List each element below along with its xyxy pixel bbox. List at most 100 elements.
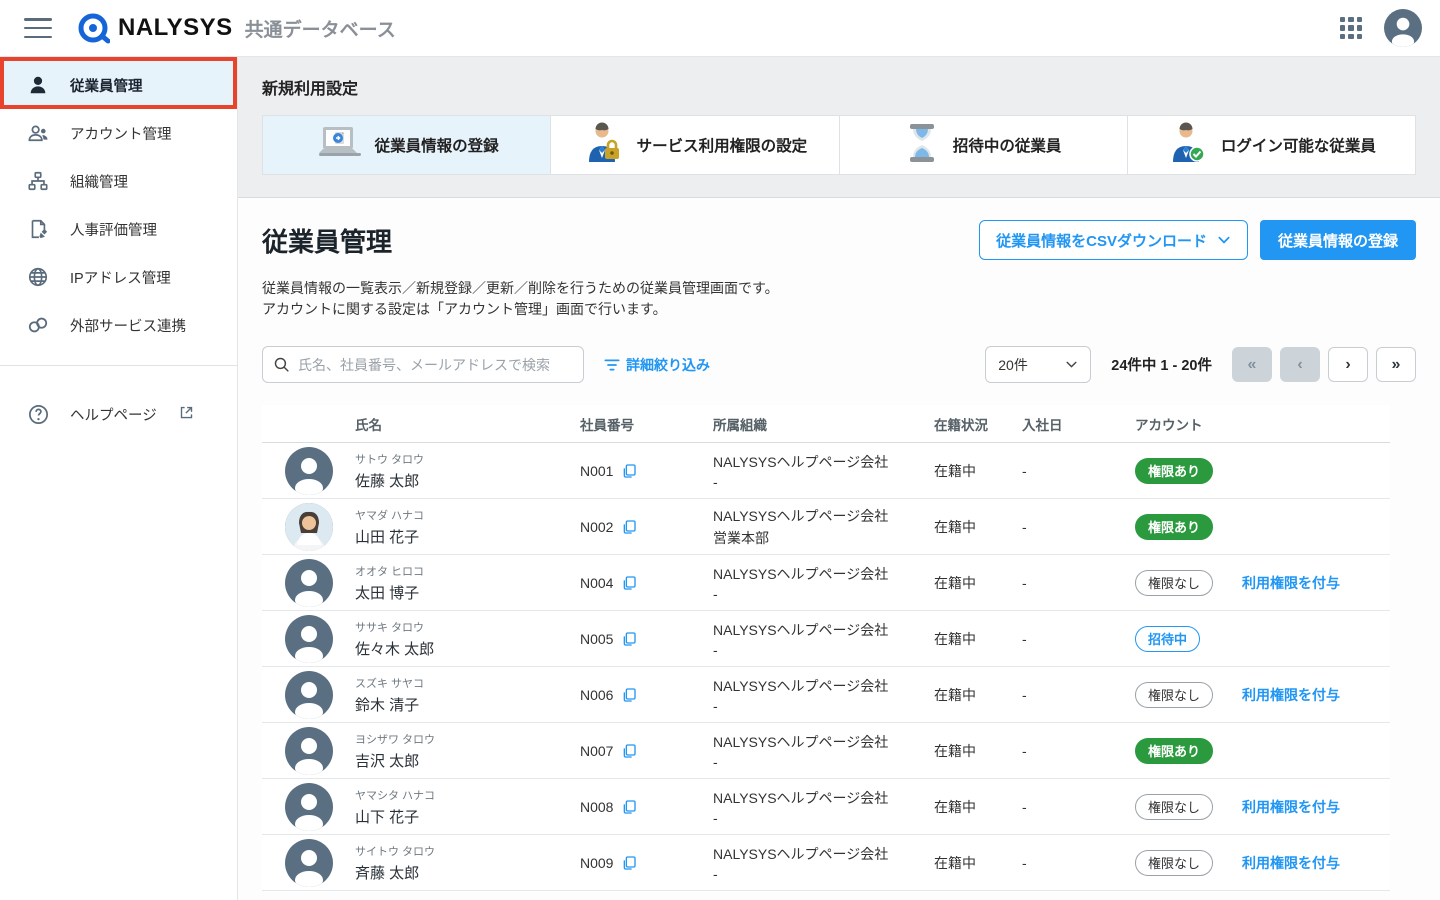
- copy-icon[interactable]: [621, 463, 637, 479]
- next-page-button[interactable]: ›: [1328, 347, 1368, 382]
- account-badge: 招待中: [1135, 626, 1200, 652]
- column-header-account: アカウント: [1135, 414, 1242, 434]
- employee-avatar: [285, 447, 333, 495]
- user-avatar[interactable]: [1384, 9, 1422, 47]
- pagination: « ‹ › »: [1232, 347, 1416, 382]
- people-icon: [26, 121, 50, 145]
- register-employee-button[interactable]: 従業員情報の登録: [1260, 220, 1416, 260]
- employee-name: 斉藤 太郎: [355, 862, 580, 883]
- sidebar-item-help-page[interactable]: ヘルプページ: [0, 390, 237, 438]
- step-service-permission-settings[interactable]: サービス利用権限の設定: [551, 116, 839, 174]
- page-title: 従業員管理: [262, 222, 392, 259]
- table-row[interactable]: ヨシザワ タロウ 吉沢 太郎 N007 NALYSYSヘルプページ会社 - 在籍…: [262, 723, 1390, 779]
- hire-date: -: [1022, 855, 1135, 871]
- first-page-button[interactable]: «: [1232, 347, 1272, 382]
- copy-icon[interactable]: [621, 743, 637, 759]
- employee-furigana: ササキ タロウ: [355, 619, 580, 635]
- employee-table: 氏名 社員番号 所属組織 在籍状況 入社日 アカウント サトウ タロウ 佐藤 太…: [262, 405, 1390, 891]
- employee-number: N006: [580, 687, 613, 703]
- sidebar-item-label: 組織管理: [70, 171, 128, 192]
- sidebar-divider: [0, 365, 237, 366]
- csv-download-button[interactable]: 従業員情報をCSVダウンロード: [979, 220, 1248, 260]
- grant-permission-link[interactable]: 利用権限を付与: [1242, 687, 1340, 703]
- employee-avatar: [285, 503, 333, 551]
- previous-page-button[interactable]: ‹: [1280, 347, 1320, 382]
- page-size-select[interactable]: 20件: [985, 346, 1091, 383]
- page-description-line2: アカウントに関する設定は「アカウント管理」画面で行います。: [262, 299, 1416, 320]
- page-size-value: 20件: [998, 355, 1028, 375]
- grant-permission-link[interactable]: 利用権限を付与: [1242, 575, 1340, 591]
- sidebar-item-external-service-link[interactable]: 外部サービス連携: [0, 301, 237, 349]
- org-dept: -: [713, 810, 934, 826]
- grant-permission-link[interactable]: 利用権限を付与: [1242, 855, 1340, 871]
- apps-grid-icon[interactable]: [1340, 17, 1362, 39]
- table-row[interactable]: オオタ ヒロコ 太田 博子 N004 NALYSYSヘルプページ会社 - 在籍中…: [262, 555, 1390, 611]
- org-dept: 営業本部: [713, 528, 934, 548]
- employee-avatar: [285, 671, 333, 719]
- sidebar-item-hr-evaluation-management[interactable]: 人事評価管理: [0, 205, 237, 253]
- copy-icon[interactable]: [621, 631, 637, 647]
- search-icon: [273, 356, 290, 373]
- employee-name: 吉沢 太郎: [355, 750, 580, 771]
- account-badge: 権限なし: [1135, 682, 1213, 708]
- setup-steps: 従業員情報の登録 サービス利用権限の設定 招待中の従業員: [262, 115, 1416, 175]
- copy-icon[interactable]: [621, 575, 637, 591]
- employee-avatar: [285, 559, 333, 607]
- main-content: 新規利用設定 従業員情報の登録 サービス利用権限の設定: [238, 57, 1440, 900]
- hire-date: -: [1022, 575, 1135, 591]
- copy-icon[interactable]: [621, 799, 637, 815]
- employee-number: N007: [580, 743, 613, 759]
- table-row[interactable]: スズキ サヤコ 鈴木 清子 N006 NALYSYSヘルプページ会社 - 在籍中…: [262, 667, 1390, 723]
- copy-icon[interactable]: [621, 855, 637, 871]
- copy-icon[interactable]: [621, 519, 637, 535]
- table-row[interactable]: サイトウ タロウ 斉藤 太郎 N009 NALYSYSヘルプページ会社 - 在籍…: [262, 835, 1390, 891]
- column-header-organization: 所属組織: [713, 414, 934, 434]
- org-name: NALYSYSヘルプページ会社: [713, 844, 934, 864]
- link-icon: [26, 313, 50, 337]
- table-row[interactable]: ササキ タロウ 佐々木 太郎 N005 NALYSYSヘルプページ会社 - 在籍…: [262, 611, 1390, 667]
- table-row[interactable]: ヤマダ ハナコ 山田 花子 N002 NALYSYSヘルプページ会社 営業本部 …: [262, 499, 1390, 555]
- employee-furigana: ヨシザワ タロウ: [355, 731, 580, 747]
- sidebar-item-account-management[interactable]: アカウント管理: [0, 109, 237, 157]
- status-text: 在籍中: [934, 461, 1022, 481]
- document-pen-icon: [26, 217, 50, 241]
- account-badge: 権限なし: [1135, 850, 1213, 876]
- status-text: 在籍中: [934, 853, 1022, 873]
- app-name: NALYSYS: [118, 14, 233, 42]
- sidebar-item-employee-management[interactable]: 従業員管理: [0, 61, 237, 109]
- sidebar-item-ip-address-management[interactable]: IPアドレス管理: [0, 253, 237, 301]
- org-dept: -: [713, 754, 934, 770]
- hire-date: -: [1022, 519, 1135, 535]
- org-chart-icon: [26, 169, 50, 193]
- step-register-employee-info[interactable]: 従業員情報の登録: [263, 116, 551, 174]
- sidebar-item-label: アカウント管理: [70, 123, 172, 144]
- pagination-range-label: 24件中 1 - 20件: [1111, 354, 1212, 375]
- hire-date: -: [1022, 743, 1135, 759]
- status-text: 在籍中: [934, 517, 1022, 537]
- page-description-line1: 従業員情報の一覧表示／新規登録／更新／削除を行うための従業員管理画面です。: [262, 278, 1416, 299]
- table-row[interactable]: ヤマシタ ハナコ 山下 花子 N008 NALYSYSヘルプページ会社 - 在籍…: [262, 779, 1390, 835]
- detail-filter-label: 詳細絞り込み: [626, 355, 710, 375]
- person-check-icon: [1167, 122, 1207, 169]
- employee-name: 太田 博子: [355, 582, 580, 603]
- hamburger-menu-icon[interactable]: [24, 18, 52, 38]
- hire-date: -: [1022, 799, 1135, 815]
- employee-name: 佐藤 太郎: [355, 470, 580, 491]
- step-login-enabled-employees[interactable]: ログイン可能な従業員: [1128, 116, 1415, 174]
- step-invited-employees[interactable]: 招待中の従業員: [840, 116, 1128, 174]
- status-text: 在籍中: [934, 685, 1022, 705]
- employee-number: N008: [580, 799, 613, 815]
- copy-icon[interactable]: [621, 687, 637, 703]
- employee-furigana: スズキ サヤコ: [355, 675, 580, 691]
- search-input[interactable]: [298, 357, 573, 373]
- detail-filter-link[interactable]: 詳細絞り込み: [604, 355, 710, 375]
- employee-name: 佐々木 太郎: [355, 638, 580, 659]
- table-body: サトウ タロウ 佐藤 太郎 N001 NALYSYSヘルプページ会社 - 在籍中…: [262, 443, 1390, 891]
- grant-permission-link[interactable]: 利用権限を付与: [1242, 799, 1340, 815]
- table-row[interactable]: サトウ タロウ 佐藤 太郎 N001 NALYSYSヘルプページ会社 - 在籍中…: [262, 443, 1390, 499]
- last-page-button[interactable]: »: [1376, 347, 1416, 382]
- employee-name: 山下 花子: [355, 806, 580, 827]
- status-text: 在籍中: [934, 741, 1022, 761]
- org-dept: -: [713, 642, 934, 658]
- sidebar-item-organization-management[interactable]: 組織管理: [0, 157, 237, 205]
